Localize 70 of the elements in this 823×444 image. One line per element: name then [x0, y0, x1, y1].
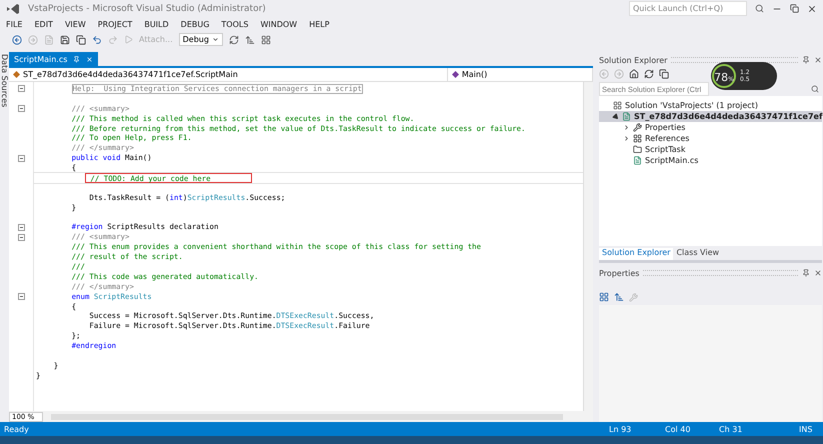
pin-icon[interactable] [802, 56, 810, 64]
back-icon[interactable] [12, 34, 22, 44]
tree-item[interactable]: References [599, 133, 822, 144]
refresh-icon[interactable] [228, 34, 239, 44]
window-title: VstaProjects - Microsoft Visual Studio (Administrator) [28, 4, 267, 14]
expanded-arrow-icon[interactable] [612, 112, 620, 121]
sort-icon[interactable] [244, 34, 255, 44]
menu-item[interactable]: PROJECT [98, 20, 132, 28]
tree-item[interactable]: Solution 'VstaProjects' (1 project) [599, 100, 822, 111]
references-icon [633, 134, 642, 143]
collapse-icon[interactable] [18, 154, 24, 162]
pin-icon[interactable] [802, 269, 810, 277]
pane-title: Properties [599, 268, 640, 278]
csharp-file-icon [633, 156, 642, 165]
search-icon[interactable] [755, 4, 764, 13]
status-text: Ready [4, 424, 30, 434]
tree-item[interactable]: ScriptTask [599, 144, 822, 155]
tree-item[interactable]: ST_e78d7d3d6e4d4deda36437471f1ce7ef [599, 111, 822, 122]
collapse-icon[interactable] [18, 85, 24, 92]
save-all-icon[interactable] [76, 34, 86, 44]
collapse-icon[interactable] [18, 105, 24, 112]
quick-launch-field[interactable]: Quick Launch (Ctrl+Q) [629, 1, 747, 16]
categorized-icon[interactable] [599, 292, 609, 302]
search-icon[interactable] [811, 85, 820, 93]
close-icon[interactable] [814, 269, 822, 277]
panel-tab[interactable]: Class View [673, 248, 722, 260]
menu-item[interactable]: FILE [6, 20, 22, 28]
menu-item[interactable]: BUILD [144, 20, 169, 28]
pane-title: Solution Explorer [599, 56, 668, 64]
folder-icon [633, 145, 642, 154]
side-tab[interactable]: Data Sources [0, 54, 9, 422]
menu-item[interactable]: DEBUG [180, 20, 210, 28]
menu-item[interactable]: WINDOW [260, 20, 298, 28]
wrench-icon [633, 123, 642, 132]
close-icon[interactable] [814, 56, 822, 64]
sort-icon[interactable] [614, 292, 624, 302]
grid-icon[interactable] [260, 34, 271, 44]
insert-mode: INS [799, 424, 814, 434]
type-dropdown[interactable]: ST_e78d7d3d6e4d4deda36437471f1ce7ef.ScriptMain [9, 68, 448, 81]
pin-icon[interactable] [73, 56, 80, 62]
document-tab[interactable]: ScriptMain.cs [9, 52, 98, 66]
line-number: Ln 93 [609, 424, 632, 434]
tree-item[interactable]: ScriptMain.cs [599, 155, 822, 166]
char-number: Ch 31 [719, 424, 744, 434]
class-icon [13, 71, 20, 78]
undo-icon[interactable] [92, 34, 102, 44]
menu-item[interactable]: VIEW [64, 20, 86, 28]
collapse-icon[interactable] [18, 234, 24, 241]
menu-item[interactable]: EDIT [34, 20, 53, 28]
menu-item[interactable]: HELP [309, 20, 330, 28]
solution-icon [613, 101, 622, 110]
configuration-dropdown[interactable]: Debug [178, 33, 223, 46]
home-icon[interactable] [629, 69, 639, 79]
app-logo-icon [6, 4, 20, 14]
member-dropdown[interactable]: Main() [448, 68, 593, 81]
save-icon[interactable] [60, 34, 70, 44]
close-icon[interactable] [807, 4, 817, 14]
column-number: Col 40 [665, 424, 692, 434]
copy-icon[interactable] [659, 69, 669, 79]
caret-icon[interactable] [212, 36, 219, 43]
restore-icon[interactable] [790, 4, 799, 13]
panel-tab[interactable]: Solution Explorer [599, 248, 674, 260]
vertical-scrollbar[interactable] [583, 82, 593, 411]
refresh-icon[interactable] [644, 69, 654, 79]
tree-item[interactable]: Properties [599, 122, 822, 133]
project-icon [622, 112, 631, 121]
collapse-icon[interactable] [18, 224, 24, 231]
collapse-icon[interactable] [18, 293, 24, 300]
menu-item[interactable]: TOOLS [221, 20, 248, 28]
method-icon [452, 71, 459, 78]
